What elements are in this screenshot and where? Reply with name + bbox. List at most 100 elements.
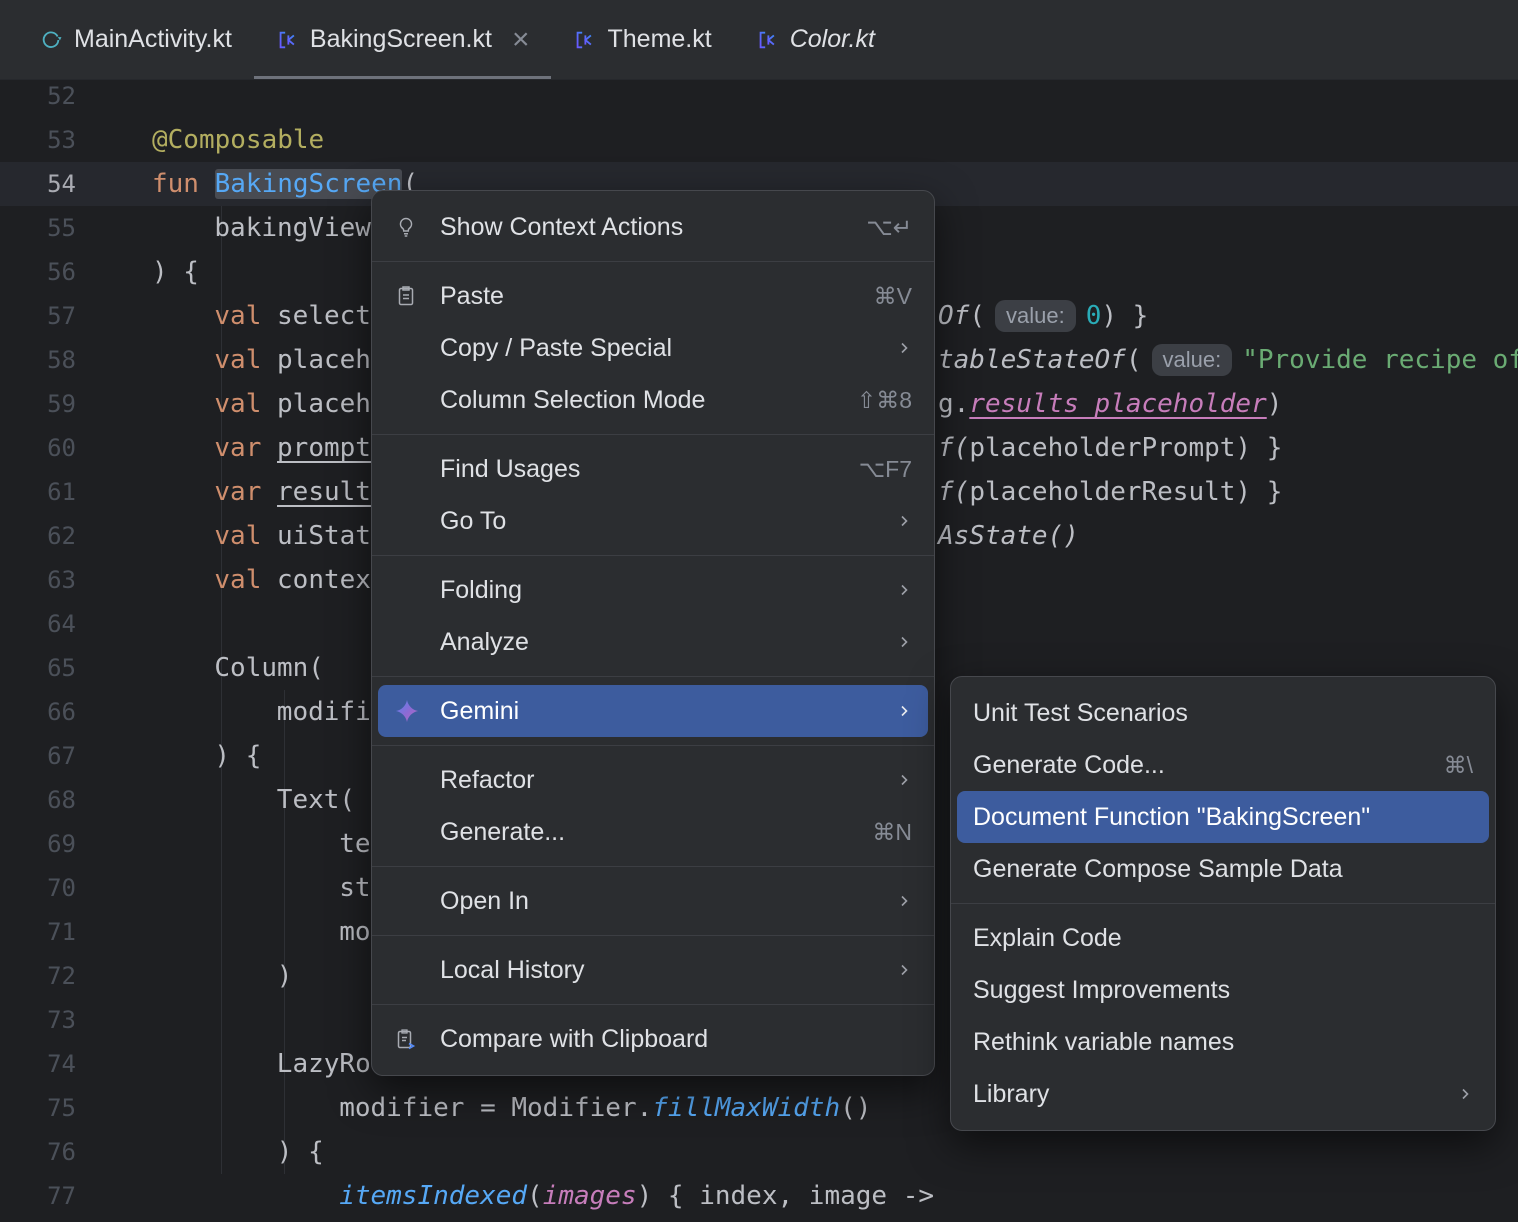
menu-item-label: Document Function "BakingScreen" <box>973 802 1371 831</box>
code-line-text: itemsIndexed(images) { index, image -> <box>152 1181 934 1211</box>
code-line-text: val contex <box>152 565 371 595</box>
menu-item-suggest-improvements[interactable]: Suggest Improvements <box>957 964 1489 1016</box>
menu-item-shortcut: ⌥↵ <box>866 213 912 240</box>
code-token: bakingView <box>214 213 371 243</box>
code-line-text: Column( <box>152 653 324 683</box>
menu-item-document-function-bakingscreen[interactable]: Document Function "BakingScreen" <box>957 791 1489 843</box>
code-line-text: mo <box>152 917 371 947</box>
code-token: ) } <box>1235 477 1283 507</box>
close-tab-icon[interactable]: × <box>512 24 530 55</box>
code-token: placeholderResult <box>969 477 1236 507</box>
code-token: f( <box>938 433 970 463</box>
code-line[interactable]: 77 itemsIndexed(images) { index, image -> <box>0 1174 1518 1218</box>
menu-item-compare-with-clipboard[interactable]: Compare with Clipboard <box>378 1013 928 1065</box>
menu-item-go-to[interactable]: Go To <box>378 495 928 547</box>
code-line-text: val select <box>152 301 371 331</box>
menu-item-label: Rethink variable names <box>973 1027 1235 1056</box>
code-token: val <box>214 345 278 375</box>
code-token: fillMaxWidth <box>652 1093 841 1123</box>
code-line-text: bakingView <box>152 213 371 243</box>
code-line-text: ) { <box>152 741 261 771</box>
chevron-right-icon <box>896 772 912 788</box>
code-token: ) <box>1266 389 1283 419</box>
code-token: images <box>542 1181 637 1211</box>
menu-separator <box>372 261 934 262</box>
menu-item-shortcut: ⌘\ <box>1443 751 1473 778</box>
menu-item-local-history[interactable]: Local History <box>378 944 928 996</box>
chevron-right-icon <box>896 634 912 650</box>
code-token: Text( <box>276 785 356 815</box>
menu-item-open-in[interactable]: Open In <box>378 875 928 927</box>
gemini-submenu: Unit Test Scenarios Generate Code... ⌘\ Doc… <box>950 676 1496 1131</box>
line-number: 63 <box>47 566 76 594</box>
menu-item-label: Folding <box>440 575 522 604</box>
code-token: uiStat <box>277 521 371 551</box>
menu-separator <box>372 555 934 556</box>
menu-item-unit-test-scenarios[interactable]: Unit Test Scenarios <box>957 687 1489 739</box>
line-number: 58 <box>47 346 76 374</box>
tab-mainactivity-kt[interactable]: MainActivity.kt <box>18 0 254 79</box>
menu-item-paste[interactable]: Paste ⌘V <box>378 270 928 322</box>
tab-label: BakingScreen.kt <box>309 25 492 53</box>
code-line[interactable]: 53 @Composable <box>0 118 1518 162</box>
code-token: "Provide recipe of <box>1242 345 1518 375</box>
chevron-right-icon <box>896 703 912 719</box>
menu-item-find-usages[interactable]: Find Usages ⌥F7 <box>378 443 928 495</box>
menu-item-library[interactable]: Library <box>957 1068 1489 1120</box>
menu-item-label: Column Selection Mode <box>440 385 706 414</box>
line-number: 71 <box>47 918 76 946</box>
code-token: val <box>214 389 278 419</box>
code-token: ) { <box>214 741 262 771</box>
code-token: st <box>339 873 371 903</box>
menu-item-analyze[interactable]: Analyze <box>378 616 928 668</box>
code-token: ) { <box>276 1137 324 1167</box>
menu-item-label: Generate Compose Sample Data <box>973 854 1343 883</box>
menu-item-gemini[interactable]: Gemini <box>378 685 928 737</box>
menu-item-generate[interactable]: Generate... ⌘N <box>378 806 928 858</box>
menu-item-label: Unit Test Scenarios <box>973 698 1188 727</box>
code-token: modifier = Modifier. <box>339 1093 653 1123</box>
menu-item-label: Generate Code... <box>973 750 1165 779</box>
tab-theme-kt[interactable]: Theme.kt <box>551 0 733 79</box>
code-token: var <box>214 433 278 463</box>
tab-label: Color.kt <box>789 25 875 53</box>
code-token: placeh <box>277 389 371 419</box>
menu-item-generate-code[interactable]: Generate Code... ⌘\ <box>957 739 1489 791</box>
code-token: itemsIndexed <box>339 1181 528 1211</box>
code-token: mo <box>339 917 371 947</box>
menu-item-column-selection-mode[interactable]: Column Selection Mode ⇧⌘8 <box>378 374 928 426</box>
menu-item-label: Refactor <box>440 765 535 794</box>
tab-bakingscreen-kt[interactable]: BakingScreen.kt × <box>253 0 552 79</box>
chevron-right-icon <box>896 893 912 909</box>
menu-item-explain-code[interactable]: Explain Code <box>957 912 1489 964</box>
code-token: @Composable <box>152 125 325 155</box>
line-number: 70 <box>47 874 76 902</box>
code-line[interactable]: 76) { <box>0 1130 1518 1174</box>
menu-item-label: Suggest Improvements <box>973 975 1231 1004</box>
code-token: fun <box>152 169 215 199</box>
menu-item-generate-compose-sample-data[interactable]: Generate Compose Sample Data <box>957 843 1489 895</box>
menu-item-rethink-variable-names[interactable]: Rethink variable names <box>957 1016 1489 1068</box>
menu-item-refactor[interactable]: Refactor <box>378 754 928 806</box>
line-number: 77 <box>47 1182 76 1210</box>
kotlin-file-icon <box>573 29 595 51</box>
tab-color-kt[interactable]: Color.kt <box>734 0 897 79</box>
menu-separator <box>372 434 934 435</box>
menu-item-copy-paste-special[interactable]: Copy / Paste Special <box>378 322 928 374</box>
code-line[interactable]: 52 <box>0 80 1518 118</box>
menu-item-show-context-actions[interactable]: Show Context Actions ⌥↵ <box>378 201 928 253</box>
menu-item-folding[interactable]: Folding <box>378 564 928 616</box>
code-token: placeholderPrompt <box>969 433 1236 463</box>
line-number: 57 <box>47 302 76 330</box>
code-token: AsState() <box>938 521 1079 551</box>
kotlin-file-icon <box>276 29 298 51</box>
clipboard-paste-icon <box>394 284 440 308</box>
line-number: 75 <box>47 1094 76 1122</box>
chevron-right-icon <box>896 513 912 529</box>
code-token: result <box>277 477 371 507</box>
menu-item-shortcut: ⇧⌘8 <box>856 386 912 413</box>
menu-item-label: Find Usages <box>440 454 581 483</box>
code-line-right-fragment: f(placeholderResult) } <box>938 470 1282 514</box>
code-token: tableStateOf <box>938 345 1126 375</box>
code-token: prompt <box>277 433 371 463</box>
